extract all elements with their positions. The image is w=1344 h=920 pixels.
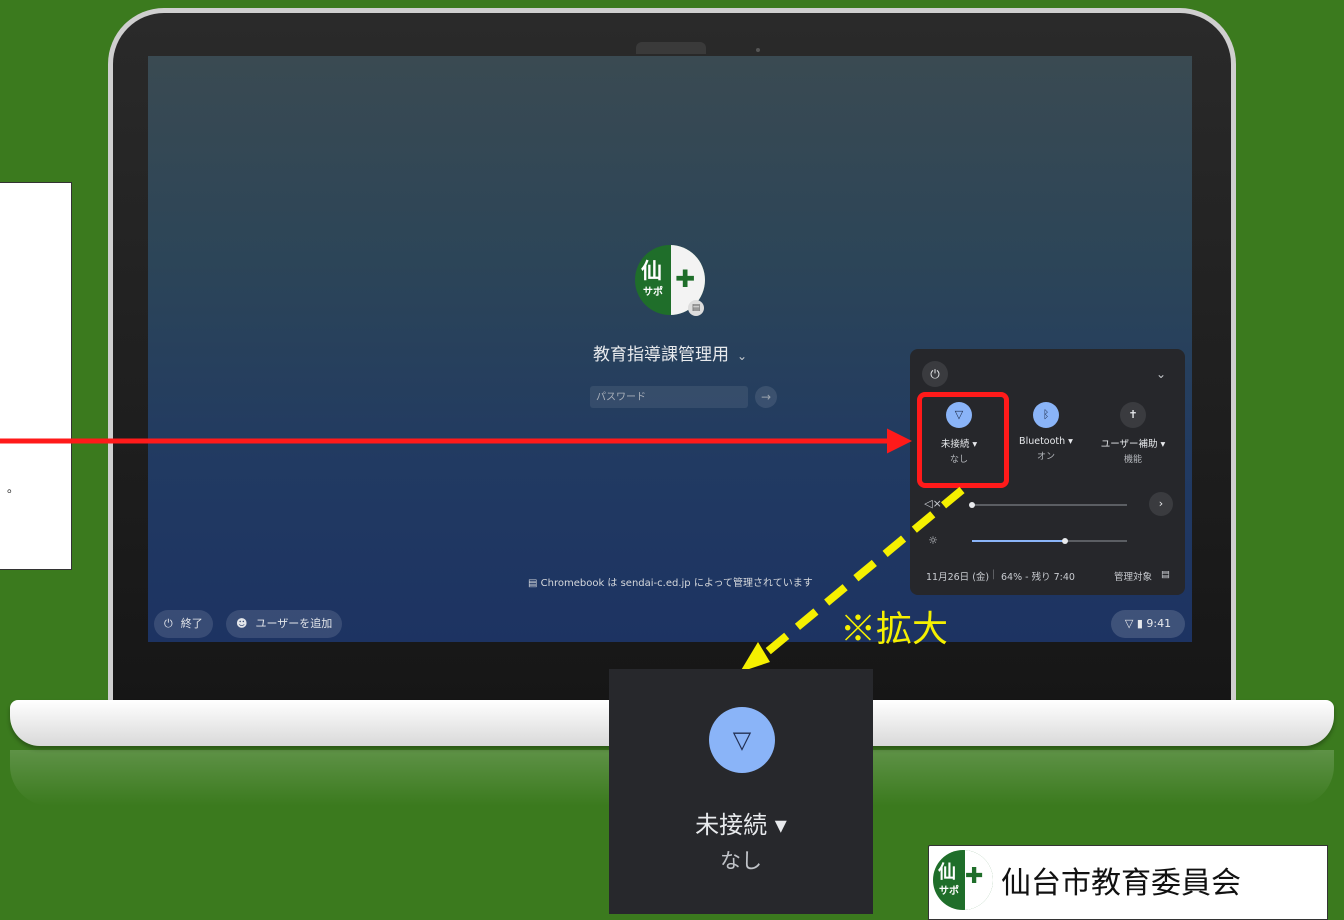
wifi-off-icon: ▽ (709, 707, 775, 773)
board-of-education-badge: 仙 サポ ✚ 仙台市教育委員会 (928, 845, 1328, 920)
zoom-network-label: 未接続 ▾ (695, 811, 787, 839)
zoom-label: ※拡大 (840, 609, 949, 650)
yellow-arrow-head (740, 642, 770, 672)
logo-kanji: 仙 (938, 862, 956, 883)
logo-figure-icon: ✚ (965, 864, 984, 889)
board-logo: 仙 サポ ✚ (933, 850, 993, 910)
zoom-network-sublabel: なし (720, 849, 762, 873)
board-name: 仙台市教育委員会 (1001, 866, 1241, 901)
zoomed-network-tile: ▽ 未接続 ▾ なし (609, 669, 873, 914)
logo-sub: サポ (939, 886, 959, 897)
